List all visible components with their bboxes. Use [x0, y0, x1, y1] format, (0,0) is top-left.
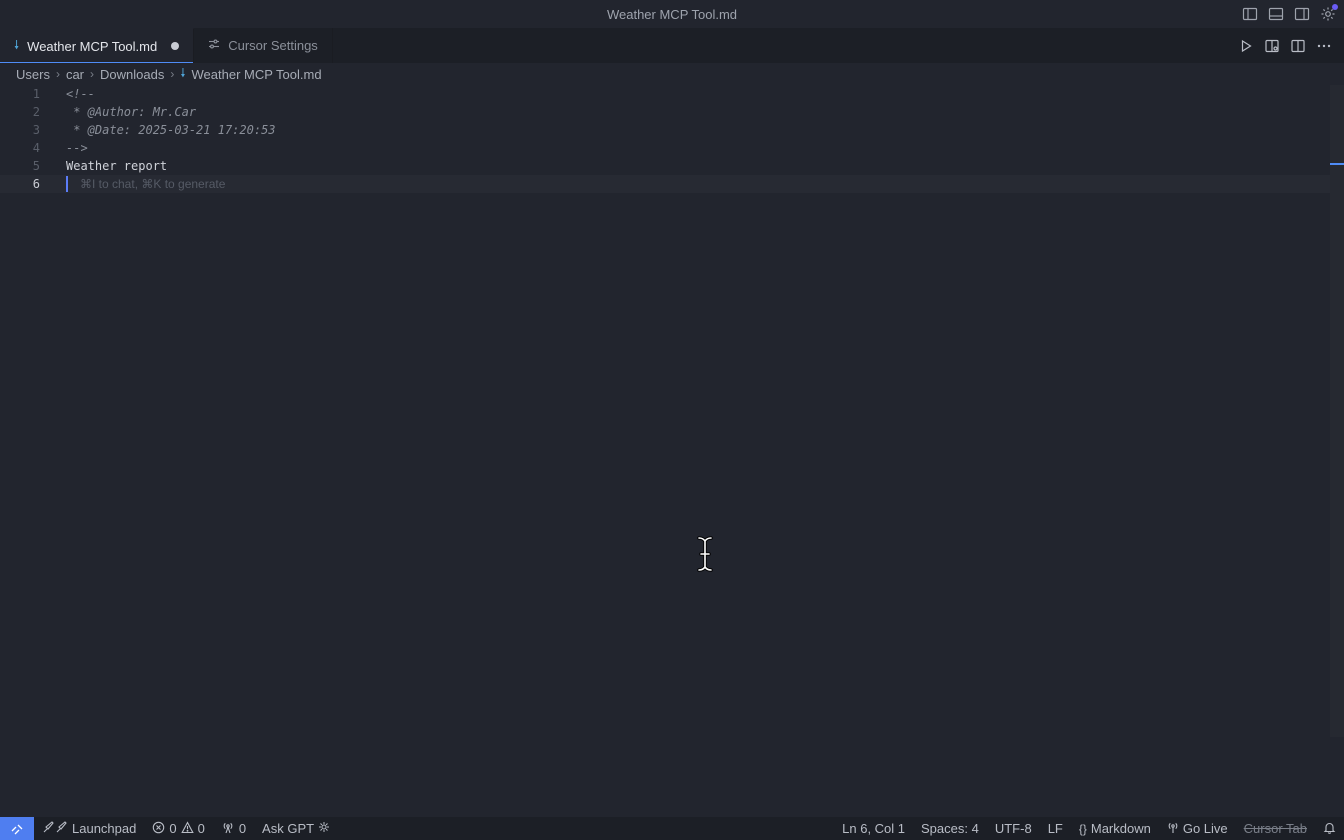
breadcrumb-item-car[interactable]: car [66, 67, 84, 82]
end-of-line: LF [1047, 821, 1063, 836]
bell-icon [1323, 821, 1336, 837]
status-bar-right: Ln 6, Col 1 Spaces: 4 UTF-8 LF {} Markdo… [834, 821, 1344, 837]
line-number: 5 [32, 159, 40, 173]
tab-label: Weather MCP Tool.md [27, 38, 158, 54]
ask-gpt-label: Ask GPT [262, 821, 315, 836]
cursor-position-marker [1330, 163, 1344, 165]
cursor-position: Ln 6, Col 1 [842, 821, 906, 836]
line-number: 1 [32, 87, 40, 101]
title-bar: Weather MCP Tool.md [0, 0, 1344, 28]
text-caret [66, 176, 68, 192]
editor-actions [1236, 28, 1344, 63]
launchpad-button[interactable]: Launchpad [34, 820, 144, 837]
go-live-button[interactable]: Go Live [1159, 821, 1236, 837]
editor-line-current: 6 ⌘I to chat, ⌘K to generate [0, 175, 1330, 193]
toggle-primary-sidebar-icon[interactable] [1240, 4, 1260, 24]
more-actions-icon[interactable] [1314, 36, 1334, 56]
editor-line: 3 * @Date: 2025-03-21 17:20:53 [0, 121, 1330, 139]
eol-button[interactable]: LF [1040, 821, 1071, 836]
indentation: Spaces: 4 [921, 821, 979, 836]
settings-gear-icon[interactable] [1318, 4, 1338, 24]
markdown-file-icon: 🠗 [14, 37, 20, 52]
editor-line: 4 --> [0, 139, 1330, 157]
line-text: Weather report [66, 159, 168, 173]
chevron-right-icon: › [55, 67, 60, 81]
encoding: UTF-8 [994, 821, 1032, 836]
cursor-tab-button[interactable]: Cursor Tab [1236, 821, 1315, 836]
settings-sliders-icon [208, 38, 220, 53]
notifications-button[interactable] [1315, 821, 1344, 837]
unsaved-dot-icon[interactable] [171, 42, 180, 50]
editor-line: 1 <!-- [0, 85, 1330, 103]
encoding-button[interactable]: UTF-8 [987, 821, 1040, 836]
breadcrumb-item-downloads[interactable]: Downloads [100, 67, 164, 82]
ask-gpt-button[interactable]: Ask GPT [254, 821, 338, 836]
layout-controls [1240, 4, 1338, 24]
chevron-right-icon: › [90, 67, 95, 81]
tab-label: Cursor Settings [228, 38, 318, 53]
ports-count: 0 [238, 821, 247, 836]
line-number: 3 [32, 123, 40, 137]
remote-connection-button[interactable] [0, 817, 34, 840]
line-text: * @Author: Mr.Car [66, 105, 197, 119]
ports-button[interactable]: 0 [213, 821, 254, 837]
editor-line: 5 Weather report [0, 157, 1330, 175]
cursor-position-button[interactable]: Ln 6, Col 1 [834, 821, 913, 836]
line-number: 4 [32, 141, 40, 155]
launchpad-label: Launchpad [72, 821, 137, 836]
open-preview-icon[interactable] [1262, 36, 1282, 56]
editor-line: 2 * @Author: Mr.Car [0, 103, 1330, 121]
chevron-right-icon: › [170, 67, 175, 81]
tab-cursor-settings[interactable]: Cursor Settings [194, 28, 333, 63]
breadcrumb-item-users[interactable]: Users [16, 67, 50, 82]
ai-shortcut-hint: ⌘I to chat, ⌘K to generate [80, 177, 226, 191]
window-title: Weather MCP Tool.md [606, 6, 738, 22]
toggle-panel-icon[interactable] [1266, 4, 1286, 24]
warning-icon [180, 820, 194, 837]
cursor-tab-label: Cursor Tab [1243, 821, 1307, 836]
status-bar: Launchpad 0 0 0 Ask GPT Ln 6, Col 1 Spac… [0, 817, 1344, 840]
broadcast-icon [1167, 821, 1179, 837]
line-number: 6 [32, 177, 40, 191]
error-count: 0 [169, 821, 177, 836]
broadcast-icon [221, 821, 235, 837]
toggle-secondary-sidebar-icon[interactable] [1292, 4, 1312, 24]
tab-weather-mcp-tool[interactable]: 🠗 Weather MCP Tool.md [0, 28, 195, 63]
problems-button[interactable]: 0 0 [144, 820, 212, 837]
braces-icon: {} [1078, 821, 1087, 836]
language-mode: Markdown [1090, 821, 1151, 836]
line-text: --> [66, 141, 88, 155]
tab-bar: 🠗 Weather MCP Tool.md Cursor Settings [0, 28, 1344, 63]
markdown-file-icon: 🠗 [180, 65, 186, 80]
split-editor-icon[interactable] [1288, 36, 1308, 56]
language-mode-button[interactable]: {} Markdown [1071, 821, 1159, 836]
run-icon[interactable] [1236, 36, 1256, 56]
breadcrumb: Users › car › Downloads › 🠗 Weather MCP … [0, 63, 1344, 85]
code-editor[interactable]: 1 <!-- 2 * @Author: Mr.Car 3 * @Date: 20… [0, 85, 1330, 817]
line-text: * @Date: 2025-03-21 17:20:53 [66, 123, 276, 137]
indentation-button[interactable]: Spaces: 4 [913, 821, 987, 836]
line-text: <!-- [66, 87, 95, 101]
breadcrumb-item-file[interactable]: Weather MCP Tool.md [192, 67, 322, 82]
error-icon [152, 821, 165, 837]
warning-count: 0 [197, 821, 205, 836]
go-live-label: Go Live [1182, 821, 1228, 836]
editor-scrollbar[interactable] [1330, 85, 1344, 737]
update-badge [1332, 4, 1338, 10]
openai-icon [318, 821, 330, 836]
rocket-icon [42, 820, 68, 837]
line-number: 2 [32, 105, 40, 119]
text-cursor-icon [697, 536, 713, 572]
